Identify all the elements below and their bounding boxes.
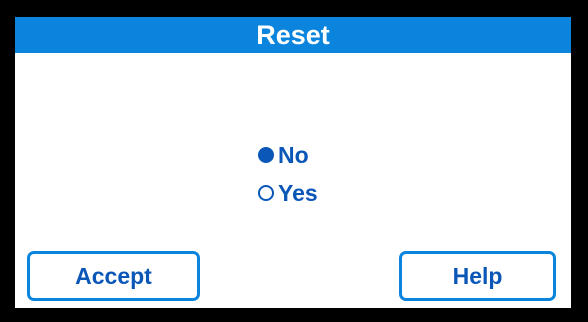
dialog-title: Reset <box>15 17 571 53</box>
option-no-label: No <box>278 141 309 168</box>
option-yes[interactable]: Yes <box>258 174 318 212</box>
option-no[interactable]: No <box>258 136 318 174</box>
accept-button[interactable]: Accept <box>27 251 200 301</box>
option-yes-label: Yes <box>278 179 318 206</box>
reset-dialog: Reset No Yes Accept Help <box>15 17 571 308</box>
radio-group: No Yes <box>258 136 318 212</box>
radio-checked-icon[interactable] <box>258 147 274 163</box>
device-bezel: Reset No Yes Accept Help <box>0 0 588 322</box>
help-button[interactable]: Help <box>399 251 556 301</box>
radio-unchecked-icon[interactable] <box>258 185 274 201</box>
